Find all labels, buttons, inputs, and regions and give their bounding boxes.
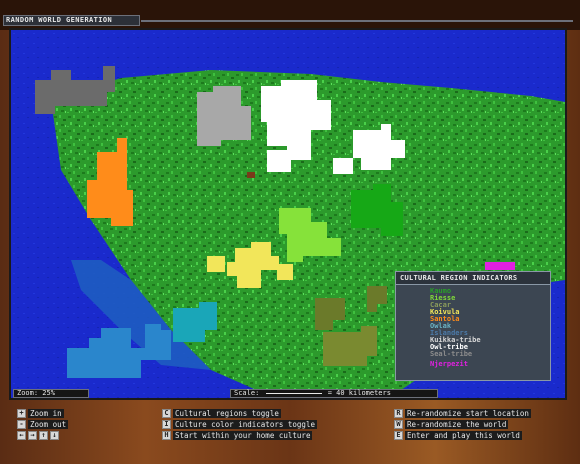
scale-bar xyxy=(265,392,322,394)
rerandomize-world-label: Re-randomize the world xyxy=(405,419,509,429)
zoom-out-label: Zoom out xyxy=(28,419,69,429)
legend-item-njerpezit: Njerpezit xyxy=(430,360,468,368)
help-rerandomize-world[interactable]: W Re-randomize the world xyxy=(394,419,509,429)
help-rerandomize-start[interactable]: R Re-randomize start location xyxy=(394,408,531,418)
c-key[interactable]: C xyxy=(162,408,171,418)
arrow-right-key[interactable]: → xyxy=(28,430,37,440)
culture-color-toggle-label: Culture color indicators toggle xyxy=(173,419,317,429)
legend-item-seal-tribe: Seal-tribe xyxy=(430,350,473,358)
h-key[interactable]: H xyxy=(162,430,171,440)
enter-play-label: Enter and play this world xyxy=(405,430,522,440)
help-enter-play[interactable]: E Enter and play this world xyxy=(394,430,522,440)
r-key[interactable]: R xyxy=(394,408,403,418)
arrow-down-key[interactable]: ↓ xyxy=(50,430,59,440)
start-home-label: Start within your home culture xyxy=(173,430,313,440)
zoom-text: Zoom: 25% xyxy=(17,389,55,397)
help-culture-color-toggle[interactable]: I Culture color indicators toggle xyxy=(162,419,317,429)
w-key[interactable]: W xyxy=(394,419,403,429)
start-location-marker xyxy=(247,172,255,178)
minus-key[interactable]: - xyxy=(17,419,26,429)
scale-prefix: Scale: xyxy=(234,389,260,397)
region-njerpezit xyxy=(485,262,515,270)
i-key[interactable]: I xyxy=(162,419,171,429)
cultural-toggle-label: Cultural regions toggle xyxy=(173,408,281,418)
window-title: RANDOM WORLD GENERATION xyxy=(3,15,140,26)
scale-indicator: Scale: = 40 kilometers xyxy=(230,389,438,398)
help-start-home[interactable]: H Start within your home culture xyxy=(162,430,313,440)
legend-title: CULTURAL REGION INDICATORS xyxy=(396,272,550,285)
cultural-region-legend: CULTURAL REGION INDICATORS Kaumo Riesse … xyxy=(395,271,551,381)
zoom-in-label: Zoom in xyxy=(28,408,64,418)
help-zoom-out[interactable]: - Zoom out xyxy=(17,419,69,429)
help-arrow-keys[interactable]: ← → ↑ ↓ xyxy=(17,430,61,440)
zoom-indicator: Zoom: 25% xyxy=(13,389,89,398)
arrow-up-key[interactable]: ↑ xyxy=(39,430,48,440)
scale-suffix: = 40 kilometers xyxy=(327,389,391,397)
title-divider xyxy=(141,20,573,22)
arrow-left-key[interactable]: ← xyxy=(17,430,26,440)
e-key[interactable]: E xyxy=(394,430,403,440)
help-cultural-toggle[interactable]: C Cultural regions toggle xyxy=(162,408,281,418)
help-zoom-in[interactable]: + Zoom in xyxy=(17,408,64,418)
legend-list: Kaumo Riesse Cacar Koivula Santola Owlak… xyxy=(396,285,550,368)
rerandomize-start-label: Re-randomize start location xyxy=(405,408,531,418)
plus-key[interactable]: + xyxy=(17,408,26,418)
